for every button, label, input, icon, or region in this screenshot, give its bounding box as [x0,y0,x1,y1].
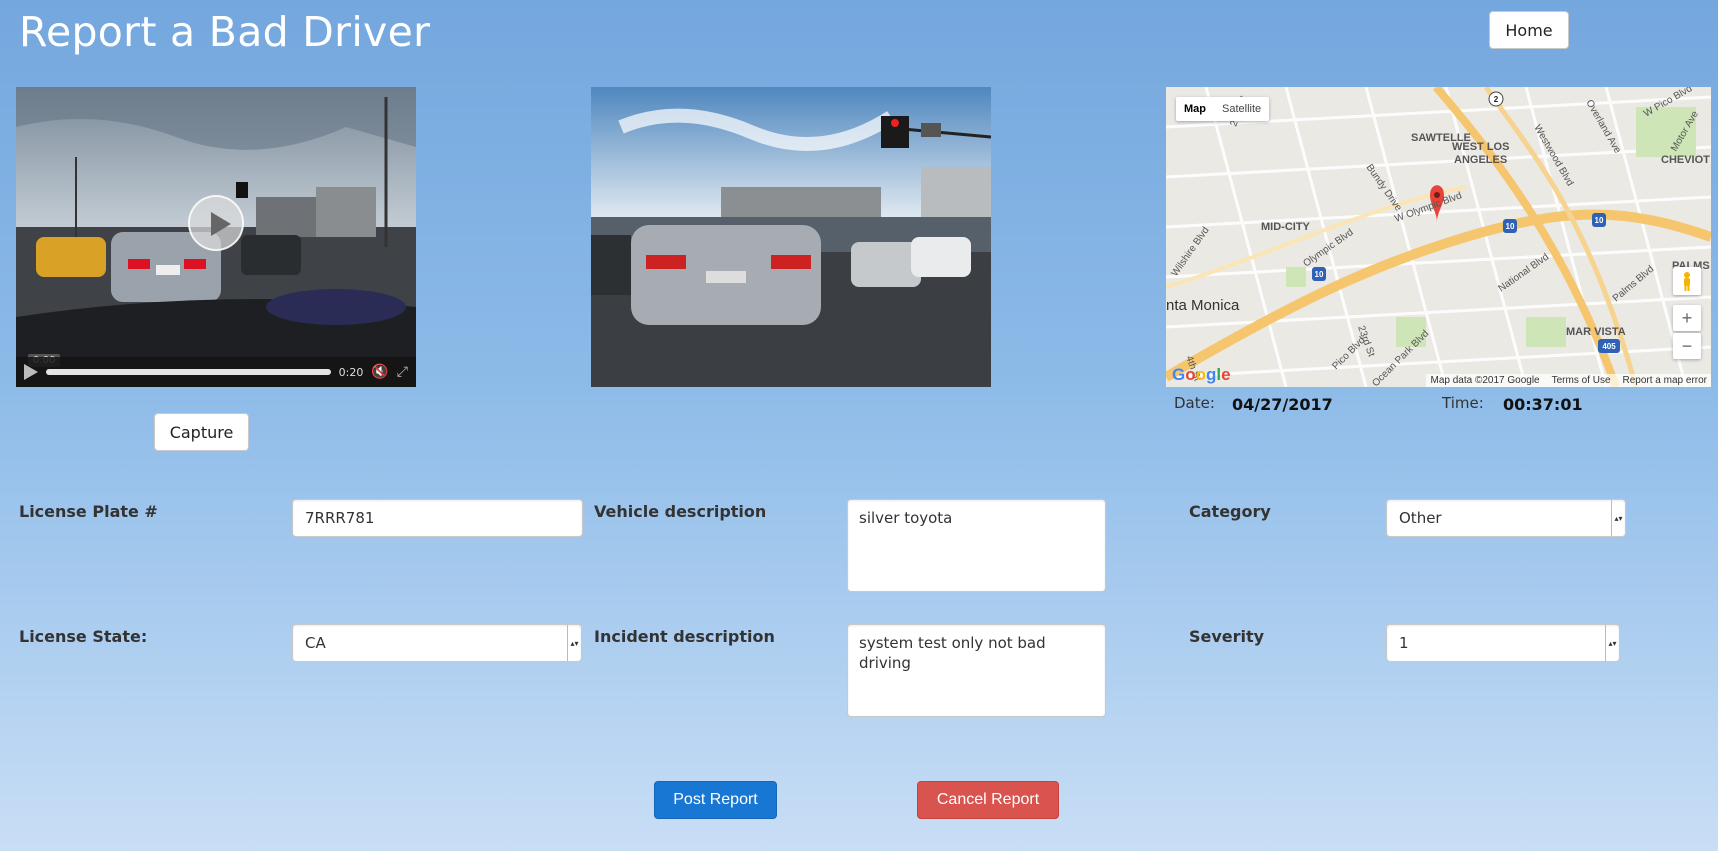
highway-shield: 10 [1506,222,1515,231]
dropdown-arrow-icon: ▴▾ [1605,625,1619,661]
time-value: 00:37:01 [1503,395,1583,414]
cancel-report-button[interactable]: Cancel Report [917,781,1059,819]
license-plate-input[interactable]: 7RRR781 [292,499,583,537]
map-place-label: MAR VISTA [1566,326,1626,338]
map-report-link[interactable]: Report a map error [1623,375,1707,386]
mute-icon[interactable]: 🔇 [371,364,388,380]
captured-frame-image [591,87,991,387]
incident-description-label: Incident description [594,627,775,646]
date-label: Date: [1174,394,1215,412]
location-map[interactable]: SAWTELLE WEST LOS ANGELES MID-CITY nta M… [1166,87,1711,387]
map-place-label: nta Monica [1166,297,1240,314]
video-controls: 0:20 🔇 ⤢ [16,357,416,387]
street-view-pegman-icon[interactable] [1673,267,1701,295]
map-type-satellite-button[interactable]: Satellite [1214,97,1269,121]
progress-track[interactable] [46,369,331,375]
zoom-in-button[interactable]: + [1673,305,1701,331]
dropdown-arrow-icon: ▴▾ [567,625,581,661]
vehicle-description-textarea[interactable]: silver toyota [847,499,1106,592]
highway-shield: 2 [1494,95,1499,104]
map-place-label: WEST LOS [1452,141,1509,153]
severity-selected-value: 1 [1399,634,1409,652]
video-duration: 0:20 [338,365,364,379]
map-attribution: Map data ©2017 Google [1430,375,1540,386]
severity-label: Severity [1189,627,1265,646]
dropdown-arrow-icon: ▴▾ [1611,500,1625,536]
post-report-button[interactable]: Post Report [654,781,777,819]
map-type-map-button[interactable]: Map [1176,97,1214,121]
license-state-select[interactable]: CA ▴▾ [292,624,582,662]
license-plate-label: License Plate # [19,502,158,521]
vehicle-description-label: Vehicle description [594,502,767,521]
category-select[interactable]: Other ▴▾ [1386,499,1626,537]
map-place-label: CHEVIOT [1661,154,1710,166]
map-place-label: MID-CITY [1261,221,1311,233]
severity-select[interactable]: 1 ▴▾ [1386,624,1620,662]
zoom-out-button[interactable]: − [1673,333,1701,359]
home-button[interactable]: Home [1489,11,1569,49]
incident-description-textarea[interactable]: system test only not bad driving [847,624,1106,717]
license-state-selected-value: CA [305,634,326,652]
page-title: Report a Bad Driver [19,8,431,56]
dashcam-video-player[interactable]: 0:00 0:20 🔇 ⤢ [16,87,416,387]
google-logo: Google [1172,365,1231,384]
map-canvas[interactable]: SAWTELLE WEST LOS ANGELES MID-CITY nta M… [1166,87,1711,387]
map-place-label: ANGELES [1454,154,1507,166]
map-attribution-bar: Map data ©2017 Google Terms of Use Repor… [1426,374,1711,387]
capture-button[interactable]: Capture [154,413,249,451]
date-value: 04/27/2017 [1232,395,1333,414]
map-type-toggle: Map Satellite [1176,97,1270,121]
play-icon[interactable] [24,364,38,380]
big-play-icon[interactable] [188,195,244,251]
highway-shield: 10 [1595,216,1604,225]
map-terms-link[interactable]: Terms of Use [1552,375,1611,386]
highway-shield: 405 [1602,342,1616,351]
highway-shield: 10 [1315,270,1324,279]
time-label: Time: [1442,394,1484,412]
license-state-label: License State: [19,627,148,646]
fullscreen-icon[interactable]: ⤢ [397,364,408,380]
category-selected-value: Other [1399,509,1442,527]
category-label: Category [1189,502,1271,521]
